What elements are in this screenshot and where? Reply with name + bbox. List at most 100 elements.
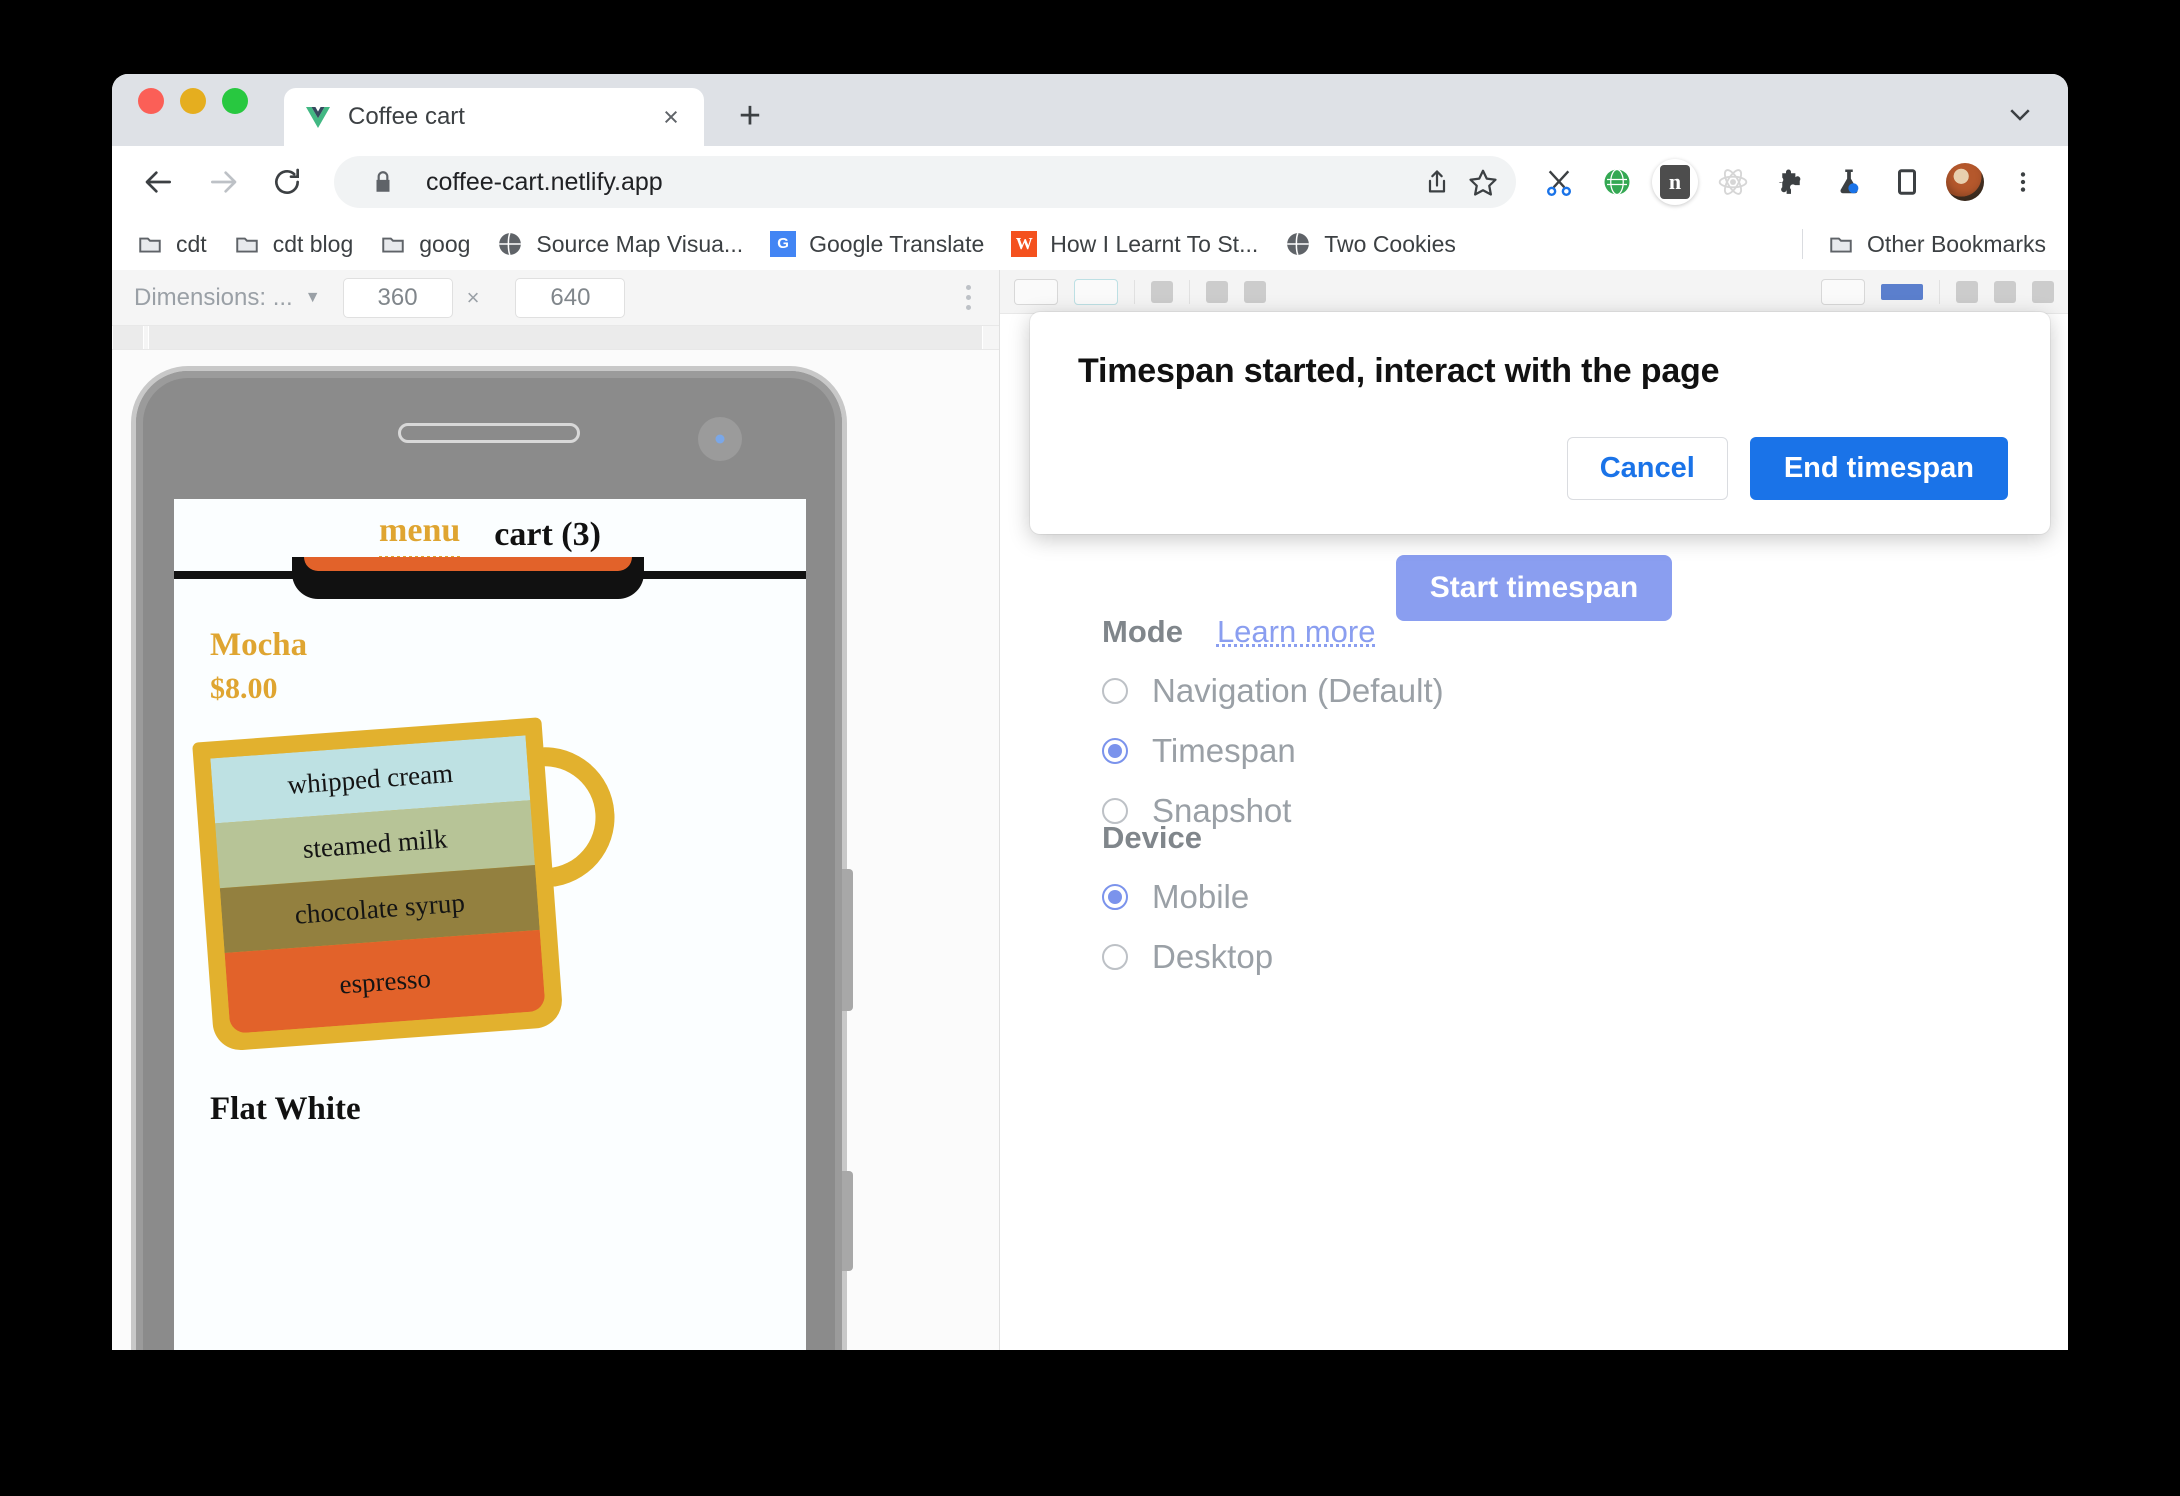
reload-button[interactable] [262,157,312,207]
ruler-segment [112,326,144,349]
new-tab-button[interactable]: + [726,92,774,140]
emulated-page: menu cart (3) Mocha $8.00 whipped cream [174,499,806,1350]
nav-link-cart[interactable]: cart (3) [494,516,601,554]
folder-icon [379,230,407,258]
devtools-toolbar [1000,270,2068,314]
w-icon: W [1010,230,1038,258]
bookmark-label: How I Learnt To St... [1050,230,1259,257]
end-timespan-button[interactable]: End timespan [1749,437,2008,500]
devtools-icon[interactable] [1956,280,1978,303]
bookmark-item[interactable]: W How I Learnt To St... [1010,230,1258,258]
phone-frame: menu cart (3) Mocha $8.00 whipped cream [136,371,853,1350]
nav-link-menu[interactable]: menu [379,512,461,559]
device-width-input[interactable]: 360 [342,277,453,318]
bookmark-item[interactable]: G Google Translate [769,230,984,258]
back-button[interactable] [134,157,184,207]
phone-side-button [842,1171,853,1271]
other-bookmarks-button[interactable]: Other Bookmarks [1827,230,2046,258]
minimize-window-button[interactable] [180,88,206,114]
folder-icon [1827,230,1855,258]
devtools-tab[interactable] [1821,278,1865,305]
share-icon[interactable] [1414,159,1460,205]
bookmark-item[interactable]: goog [379,230,470,258]
devtools-icon[interactable] [1994,280,2016,303]
radio-mobile[interactable] [1102,884,1128,910]
mode-option-navigation[interactable]: Navigation (Default) [1102,672,1444,710]
devtools-icon[interactable] [1206,280,1228,303]
device-toolbar-menu-button[interactable] [951,278,985,318]
toolbar-divider [1134,279,1135,304]
forward-button[interactable] [198,157,248,207]
dimensions-label: Dimensions: ... [134,283,293,311]
globe-icon [1284,230,1312,258]
puzzle-icon[interactable] [1768,159,1814,205]
device-option-desktop[interactable]: Desktop [1102,938,1273,976]
star-icon[interactable] [1460,159,1506,205]
bookmark-item[interactable]: Two Cookies [1284,230,1456,258]
browser-toolbar: coffee-cart.netlify.app n [112,146,2068,218]
scissors-icon[interactable] [1536,159,1582,205]
close-window-button[interactable] [138,88,164,114]
chevron-down-icon[interactable]: ▼ [305,289,321,307]
phone-side-button [842,869,853,1011]
ruler-segment [148,326,983,349]
phone-camera-icon [698,417,742,461]
flask-icon[interactable] [1826,159,1872,205]
device-emulation-pane: Dimensions: ... ▼ 360 × 640 menu cart (3… [112,270,1000,1350]
devtools-badge [1881,283,1923,300]
mode-option-timespan[interactable]: Timespan [1102,732,1444,770]
close-tab-button[interactable]: × [656,102,686,132]
bookmark-label: cdt [176,230,207,257]
chevron-down-icon[interactable] [2002,96,2038,132]
dimension-separator: × [466,284,480,310]
bookmarks-divider [1802,229,1804,259]
radio-desktop[interactable] [1102,944,1128,970]
device-header-row: Device [1102,820,1273,856]
address-bar[interactable]: coffee-cart.netlify.app [334,156,1516,208]
screenshot-bottom-mask [0,1350,2180,1496]
device-section: Device Mobile Desktop [1102,820,1273,976]
device-option-label: Desktop [1152,938,1274,975]
dialog-title: Timespan started, interact with the page [1078,352,1720,390]
radio-navigation[interactable] [1102,678,1128,704]
devtools-icon[interactable] [1244,280,1266,303]
item-price: $8.00 [210,672,278,705]
bookmark-item[interactable]: cdt [136,230,207,258]
device-option-label: Mobile [1152,878,1250,915]
bookmark-item[interactable]: Source Map Visua... [496,230,743,258]
bookmark-label: Two Cookies [1324,230,1456,257]
item-name[interactable]: Mocha [210,627,806,664]
mode-section: Mode Learn more Navigation (Default) Tim… [1102,614,1444,830]
mode-option-label: Navigation (Default) [1152,672,1444,709]
next-item-name[interactable]: Flat White [210,1091,361,1128]
bookmark-label: cdt blog [272,230,354,257]
avatar[interactable] [1942,159,1988,205]
device-heading: Device [1102,820,1202,855]
notion-icon[interactable]: n [1652,159,1698,205]
learn-more-link[interactable]: Learn more [1217,614,1376,650]
device-option-mobile[interactable]: Mobile [1102,878,1273,916]
bookmark-item[interactable]: cdt blog [233,230,354,258]
maximize-window-button[interactable] [222,88,248,114]
devtools-tab[interactable] [1014,278,1058,305]
timespan-dialog: Timespan started, interact with the page… [1030,312,2050,534]
green-globe-icon[interactable] [1594,159,1640,205]
devtools-icon[interactable] [1151,280,1173,303]
browser-tab[interactable]: Coffee cart × [284,88,704,146]
side-panel-icon[interactable] [1884,159,1930,205]
kebab-menu-icon[interactable] [2000,159,2046,205]
coffee-cup-illustration[interactable]: whipped cream steamed milk chocolate syr… [192,712,636,1082]
cup-layers: whipped cream steamed milk chocolate syr… [210,735,546,1034]
cancel-button[interactable]: Cancel [1566,437,1728,500]
devtools-tab-selected[interactable] [1074,278,1118,305]
window-traffic-lights [138,74,248,146]
device-height-input[interactable]: 640 [515,277,626,318]
devtools-icon[interactable] [2032,280,2054,303]
device-viewport: menu cart (3) Mocha $8.00 whipped cream [112,351,999,1350]
address-bar-url: coffee-cart.netlify.app [426,167,663,196]
radio-timespan[interactable] [1102,738,1128,764]
start-timespan-button[interactable]: Start timespan [1395,555,1673,621]
dialog-actions: Cancel End timespan [1078,437,2008,500]
mode-heading: Mode [1102,614,1183,649]
react-icon[interactable] [1710,159,1756,205]
